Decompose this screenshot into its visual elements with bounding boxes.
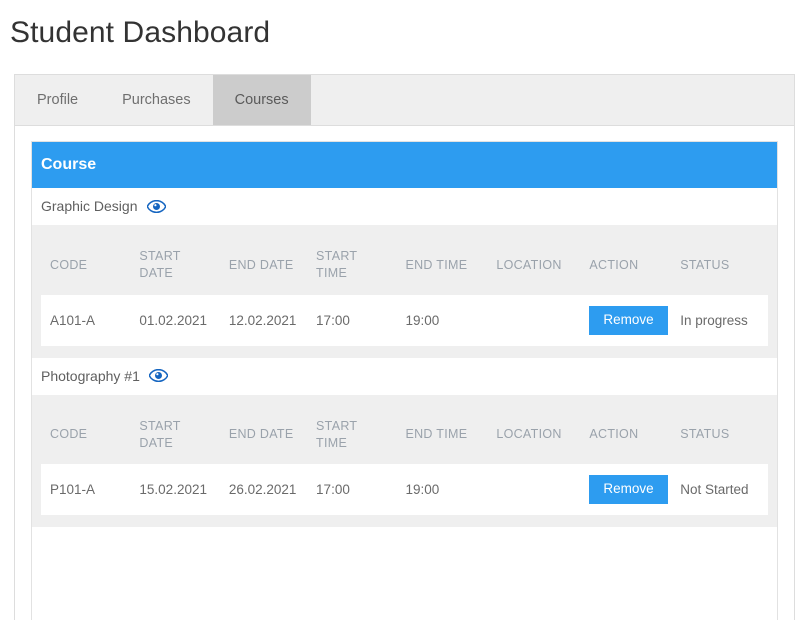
course-header-graphic-design: Graphic Design xyxy=(32,188,777,226)
remove-button[interactable]: Remove xyxy=(589,475,668,504)
cell-start-time: 17:00 xyxy=(307,464,397,515)
cell-end-date: 26.02.2021 xyxy=(219,464,308,515)
column-header-end-date: END DATE xyxy=(219,404,308,465)
cell-action: Remove xyxy=(580,464,672,515)
table-row: P101-A 15.02.2021 26.02.2021 17:00 19:00… xyxy=(41,464,768,515)
column-header-location: LOCATION xyxy=(487,235,581,296)
course-table-1: CODE START DATE END DATE START TIME END … xyxy=(41,235,768,346)
cell-end-date: 12.02.2021 xyxy=(219,295,308,346)
page-title: Student Dashboard xyxy=(10,16,271,49)
cell-code: A101-A xyxy=(41,295,131,346)
eye-icon[interactable] xyxy=(148,369,168,383)
cell-start-date: 01.02.2021 xyxy=(130,295,220,346)
course-header-photography-1: Photography #1 xyxy=(32,357,777,395)
cell-start-date: 15.02.2021 xyxy=(130,464,220,515)
tab-bar: Profile Purchases Courses xyxy=(15,75,794,126)
column-header-code: CODE xyxy=(41,235,131,296)
table-header-row: CODE START DATE END DATE START TIME END … xyxy=(41,404,768,465)
column-header-end-date: END DATE xyxy=(219,235,308,296)
table-row: A101-A 01.02.2021 12.02.2021 17:00 19:00… xyxy=(41,295,768,346)
column-header-action: ACTION xyxy=(580,404,672,465)
remove-button[interactable]: Remove xyxy=(589,306,668,335)
tab-purchases[interactable]: Purchases xyxy=(100,75,213,125)
cell-end-time: 19:00 xyxy=(396,464,488,515)
cell-code: P101-A xyxy=(41,464,131,515)
column-header-start-date: START DATE xyxy=(130,235,220,296)
tab-courses[interactable]: Courses xyxy=(212,75,311,125)
column-header-code: CODE xyxy=(41,404,131,465)
column-header-start-time: START TIME xyxy=(307,235,397,296)
course-name-label: Graphic Design xyxy=(41,198,138,215)
column-header-end-time: END TIME xyxy=(396,235,488,296)
cell-location xyxy=(487,464,581,515)
tab-profile[interactable]: Profile xyxy=(15,75,101,125)
panel-heading: Course xyxy=(32,142,777,189)
tab-content-courses: Course Graphic Design CODE START DATE EN… xyxy=(15,126,794,620)
cell-start-time: 17:00 xyxy=(307,295,397,346)
course-name-label: Photography #1 xyxy=(41,367,140,384)
column-header-action: ACTION xyxy=(580,235,672,296)
cell-location xyxy=(487,295,581,346)
cell-end-time: 19:00 xyxy=(396,295,488,346)
table-header-row: CODE START DATE END DATE START TIME END … xyxy=(41,235,768,296)
column-header-start-date: START DATE xyxy=(130,404,220,465)
course-panel: Course Graphic Design CODE START DATE EN… xyxy=(31,141,778,620)
column-header-status: STATUS xyxy=(671,404,768,465)
cell-status: In progress xyxy=(671,295,768,346)
column-header-status: STATUS xyxy=(671,235,768,296)
course-table-wrapper-1: CODE START DATE END DATE START TIME END … xyxy=(32,225,777,358)
tab-panel: Profile Purchases Courses Course Graphic… xyxy=(14,74,795,620)
column-header-location: LOCATION xyxy=(487,404,581,465)
column-header-end-time: END TIME xyxy=(396,404,488,465)
column-header-start-time: START TIME xyxy=(307,404,397,465)
course-table-2: CODE START DATE END DATE START TIME END … xyxy=(41,404,768,515)
eye-icon[interactable] xyxy=(146,199,166,213)
cell-status: Not Started xyxy=(671,464,768,515)
cell-action: Remove xyxy=(580,295,672,346)
course-table-wrapper-2: CODE START DATE END DATE START TIME END … xyxy=(32,394,777,527)
